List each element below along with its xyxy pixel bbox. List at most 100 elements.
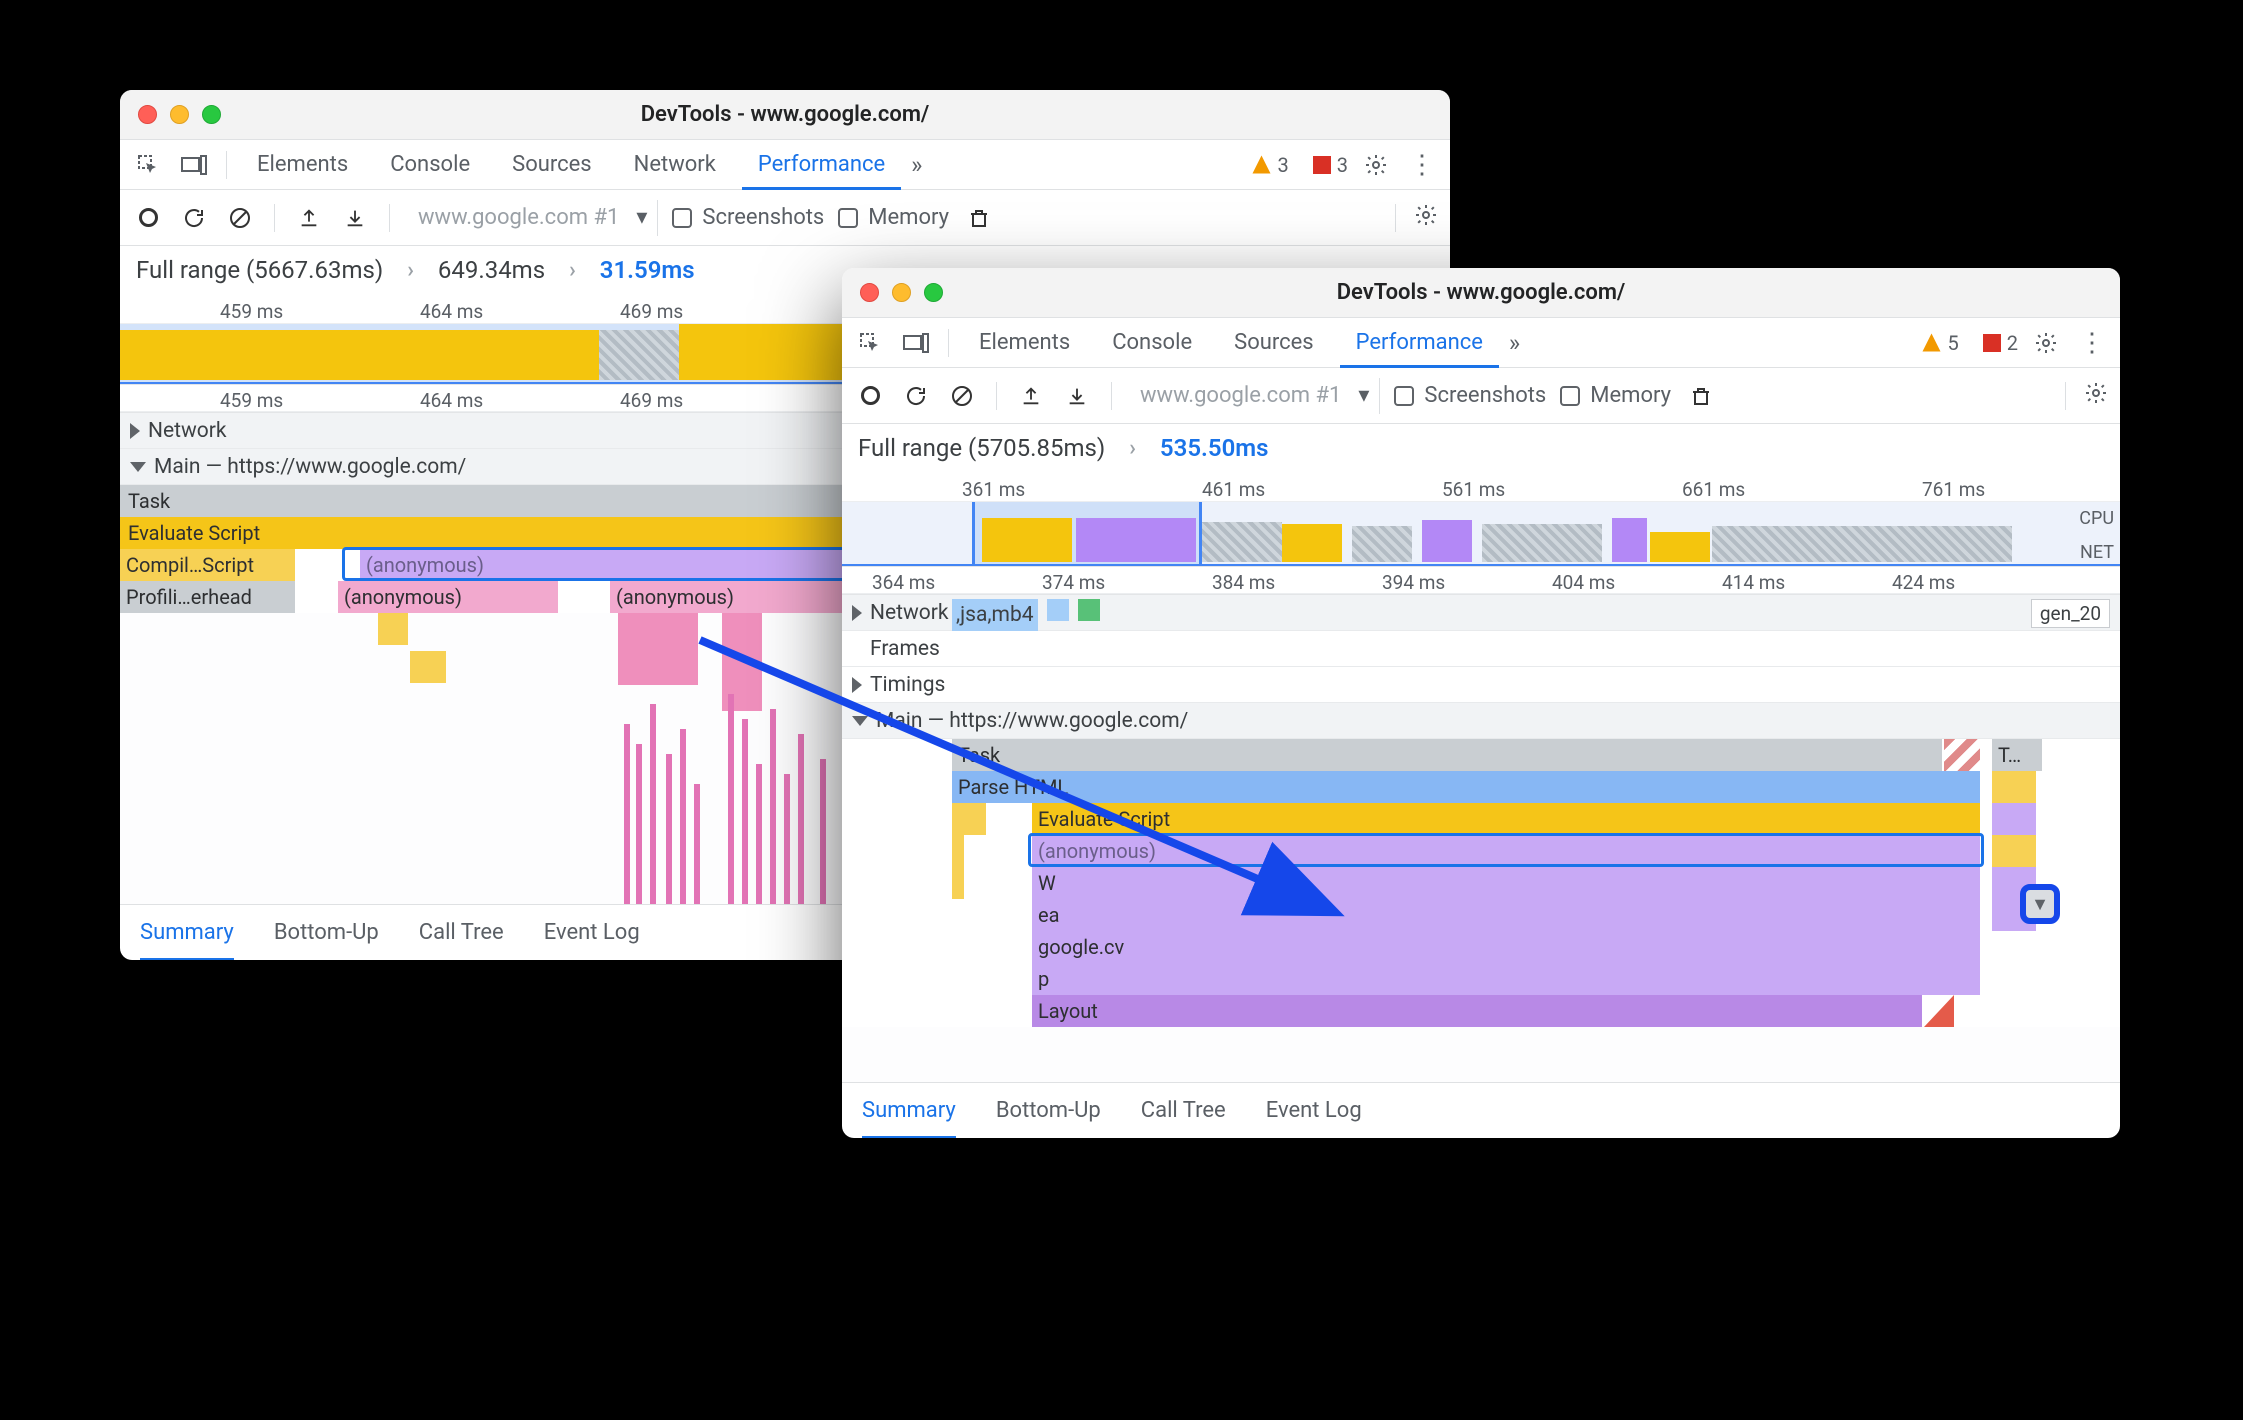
reload-record-button[interactable] — [178, 202, 210, 234]
capture-dropdown[interactable]: www.google.com #1 — [1130, 378, 1380, 414]
tab-elements[interactable]: Elements — [963, 318, 1086, 368]
track-network[interactable]: Network ,jsa,mb4 gen_20 — [842, 595, 2120, 631]
capture-settings-icon[interactable] — [1414, 203, 1438, 233]
download-profile-icon[interactable] — [339, 202, 371, 234]
tick: 364 ms — [872, 571, 935, 594]
capture-dropdown[interactable]: www.google.com #1 — [408, 200, 658, 236]
panel-tabstrip: Elements Console Sources Performance » 5… — [842, 318, 2120, 368]
flame-task[interactable]: Task — [952, 739, 1942, 771]
upload-profile-icon[interactable] — [1015, 380, 1047, 412]
tab-overflow-icon[interactable]: » — [911, 151, 922, 179]
track-timings[interactable]: Timings — [842, 667, 2120, 703]
perf-controls: www.google.com #1 Screenshots Memory — [120, 190, 1450, 246]
window-title: DevTools - www.google.com/ — [120, 102, 1450, 127]
flame-task-long[interactable] — [1944, 739, 1980, 771]
settings-icon[interactable] — [2028, 325, 2064, 361]
inspect-element-icon[interactable] — [130, 147, 166, 183]
minimize-icon[interactable] — [892, 283, 911, 302]
reload-record-button[interactable] — [900, 380, 932, 412]
tab-summary[interactable]: Summary — [140, 905, 234, 961]
tab-event-log[interactable]: Event Log — [1266, 1098, 1362, 1123]
tab-bottom-up[interactable]: Bottom-Up — [996, 1098, 1101, 1123]
crumb-2[interactable]: 649.34ms — [438, 256, 545, 284]
close-icon[interactable] — [860, 283, 879, 302]
crumb-leaf[interactable]: 535.50ms — [1160, 434, 1269, 462]
disclosure-icon — [130, 462, 146, 472]
download-profile-icon[interactable] — [1061, 380, 1093, 412]
tab-event-log[interactable]: Event Log — [544, 920, 640, 945]
memory-checkbox[interactable]: Memory — [1560, 383, 1671, 408]
tick: 464 ms — [420, 300, 483, 323]
flame-evaluate[interactable]: Evaluate Script — [1032, 803, 1980, 835]
tab-bottom-up[interactable]: Bottom-Up — [274, 920, 379, 945]
warnings-badge[interactable]: 3 — [1252, 153, 1289, 177]
warning-icon — [1252, 155, 1272, 175]
flame-compile-script[interactable]: Compil…Script — [120, 549, 295, 581]
capture-settings-icon[interactable] — [2084, 381, 2108, 411]
crumb-1[interactable]: Full range (5667.63ms) — [136, 256, 383, 284]
device-toolbar-icon[interactable] — [898, 325, 934, 361]
tick: 384 ms — [1212, 571, 1275, 594]
maximize-icon[interactable] — [924, 283, 943, 302]
cpu-overview[interactable]: CPU NET — [842, 502, 2120, 566]
garbage-collect-icon[interactable] — [963, 202, 995, 234]
warnings-badge[interactable]: 5 — [1922, 331, 1959, 355]
device-toolbar-icon[interactable] — [176, 147, 212, 183]
flame-anon-2[interactable]: (anonymous) — [338, 581, 558, 613]
tab-call-tree[interactable]: Call Tree — [419, 920, 504, 945]
tick: 469 ms — [620, 389, 683, 412]
tab-sources[interactable]: Sources — [496, 140, 608, 190]
flame-profiling-overhead[interactable]: Profili…erhead — [120, 581, 295, 613]
flame-parse-html[interactable]: Parse HTML — [952, 771, 1980, 803]
kebab-menu-icon[interactable]: ⋮ — [2074, 325, 2110, 361]
flame-anon[interactable]: (anonymous) — [1032, 835, 1980, 867]
entry-dropdown-trigger[interactable]: ▼ — [2020, 884, 2060, 924]
upload-profile-icon[interactable] — [293, 202, 325, 234]
maximize-icon[interactable] — [202, 105, 221, 124]
tick: 459 ms — [220, 300, 283, 323]
tab-call-tree[interactable]: Call Tree — [1141, 1098, 1226, 1123]
flame-task-2[interactable]: T… — [1992, 739, 2042, 771]
screenshots-checkbox[interactable]: Screenshots — [1394, 383, 1546, 408]
net-req-2[interactable] — [1047, 599, 1069, 621]
tab-network[interactable]: Network — [618, 140, 732, 190]
tick: 661 ms — [1682, 478, 1745, 501]
close-icon[interactable] — [138, 105, 157, 124]
net-req-3[interactable] — [1078, 599, 1100, 621]
tab-overflow-icon[interactable]: » — [1509, 329, 1520, 357]
memory-checkbox[interactable]: Memory — [838, 205, 949, 230]
errors-badge[interactable]: 2 — [1983, 331, 2018, 355]
clear-button[interactable] — [224, 202, 256, 234]
error-icon — [1983, 334, 2001, 352]
inspect-element-icon[interactable] — [852, 325, 888, 361]
flame-gold[interactable] — [1992, 771, 2036, 803]
track-main[interactable]: Main — https://www.google.com/ — [842, 703, 2120, 739]
minimize-icon[interactable] — [170, 105, 189, 124]
crumb-leaf[interactable]: 31.59ms — [600, 256, 695, 284]
flame-p[interactable]: p — [1032, 963, 1980, 995]
tab-console[interactable]: Console — [374, 140, 486, 190]
crumb-1[interactable]: Full range (5705.85ms) — [858, 434, 1105, 462]
tab-console[interactable]: Console — [1096, 318, 1208, 368]
net-req-1[interactable]: ,jsa,mb4 — [952, 599, 1038, 631]
kebab-menu-icon[interactable]: ⋮ — [1404, 147, 1440, 183]
garbage-collect-icon[interactable] — [1685, 380, 1717, 412]
tab-performance[interactable]: Performance — [742, 140, 901, 190]
screenshots-checkbox[interactable]: Screenshots — [672, 205, 824, 230]
track-frames[interactable]: Frames — [842, 631, 2120, 667]
tab-summary[interactable]: Summary — [862, 1083, 956, 1139]
flame-ea[interactable]: ea — [1032, 899, 1980, 931]
record-button[interactable] — [132, 202, 164, 234]
devtools-window-2: DevTools - www.google.com/ Elements Cons… — [842, 268, 2120, 1138]
tab-performance[interactable]: Performance — [1340, 318, 1499, 368]
flame-w[interactable]: W — [1032, 867, 1980, 899]
flame-layout[interactable]: Layout — [1032, 995, 1922, 1027]
settings-icon[interactable] — [1358, 147, 1394, 183]
tab-elements[interactable]: Elements — [241, 140, 364, 190]
clear-button[interactable] — [946, 380, 978, 412]
net-req-gen[interactable]: gen_20 — [2031, 599, 2110, 628]
flame-googlecv[interactable]: google.cv — [1032, 931, 1980, 963]
record-button[interactable] — [854, 380, 886, 412]
tab-sources[interactable]: Sources — [1218, 318, 1330, 368]
errors-badge[interactable]: 3 — [1313, 153, 1348, 177]
